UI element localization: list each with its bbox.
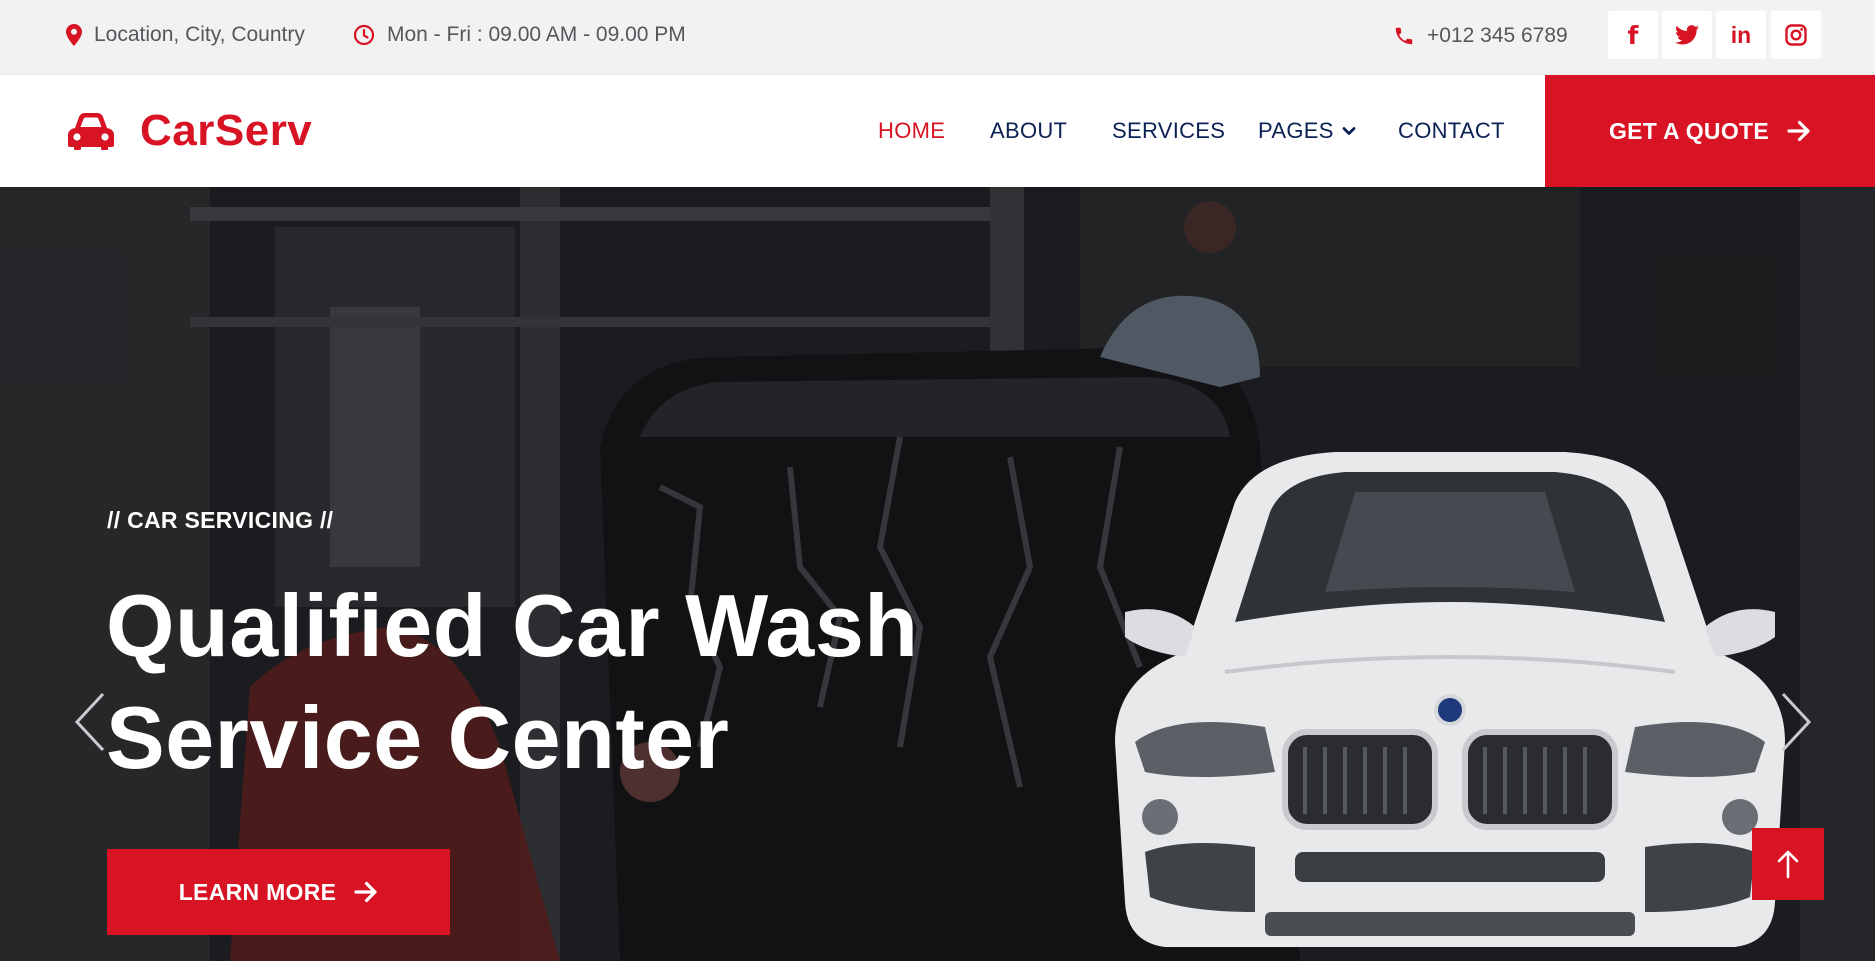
arrow-up-icon	[1777, 850, 1799, 879]
linkedin-link[interactable]: in	[1716, 11, 1766, 59]
phone-text: +012 345 6789	[1427, 24, 1568, 47]
nav-pages-label: PAGES	[1258, 118, 1334, 143]
white-bmw-car-image	[1115, 452, 1785, 947]
nav-services[interactable]: SERVICES	[1112, 75, 1225, 187]
hero-eyebrow: // CAR SERVICING //	[107, 507, 334, 533]
brand-name: CarServ	[140, 106, 313, 155]
back-to-top-button[interactable]	[1752, 828, 1824, 900]
nav-about[interactable]: ABOUT	[990, 75, 1067, 187]
phone-info[interactable]: +012 345 6789	[1393, 0, 1568, 72]
chevron-down-icon	[1342, 127, 1356, 135]
twitter-link[interactable]	[1662, 11, 1712, 59]
facebook-icon: f	[1627, 20, 1639, 50]
chevron-left-icon	[74, 692, 105, 752]
learn-more-button[interactable]: LEARN MORE	[107, 849, 450, 935]
facebook-link[interactable]: f	[1608, 11, 1658, 59]
instagram-link[interactable]	[1771, 11, 1821, 59]
clock-icon	[353, 24, 375, 46]
arrow-right-icon	[1787, 120, 1810, 142]
hero-carousel: // CAR SERVICING // Qualified Car Wash S…	[0, 187, 1875, 961]
navbar: CarServ HOME ABOUT SERVICES PAGES CONTAC…	[0, 75, 1875, 187]
nav-pages-dropdown[interactable]: PAGES	[1258, 75, 1356, 187]
nav-contact[interactable]: CONTACT	[1398, 75, 1505, 187]
location-text: Location, City, Country	[94, 23, 305, 46]
top-bar: Location, City, Country Mon - Fri : 09.0…	[0, 0, 1875, 75]
car-icon	[68, 113, 114, 150]
hours-text: Mon - Fri : 09.00 AM - 09.00 PM	[387, 23, 686, 46]
get-a-quote-label: GET A QUOTE	[1608, 117, 1770, 144]
linkedin-icon: in	[1730, 21, 1752, 48]
get-a-quote-button[interactable]: GET A QUOTE	[1545, 75, 1875, 187]
twitter-icon	[1675, 25, 1699, 45]
nav-home[interactable]: HOME	[878, 75, 945, 187]
hero-headline-line-2: Service Center	[106, 688, 730, 787]
phone-icon	[1395, 27, 1413, 45]
map-marker-icon	[66, 24, 82, 46]
brand-logo[interactable]: CarServ	[66, 75, 312, 187]
hero-headline-line-1: Qualified Car Wash	[106, 576, 919, 675]
learn-more-label: LEARN MORE	[178, 878, 337, 905]
location-info: Location, City, Country	[66, 0, 305, 70]
hero-headline: Qualified Car Wash Service Center	[106, 570, 1006, 794]
hours-info: Mon - Fri : 09.00 AM - 09.00 PM	[353, 0, 686, 70]
instagram-icon	[1785, 24, 1807, 46]
carousel-prev-button[interactable]	[70, 687, 110, 757]
arrow-right-icon	[354, 881, 377, 903]
carousel-next-button[interactable]	[1776, 687, 1816, 757]
chevron-right-icon	[1781, 692, 1812, 752]
